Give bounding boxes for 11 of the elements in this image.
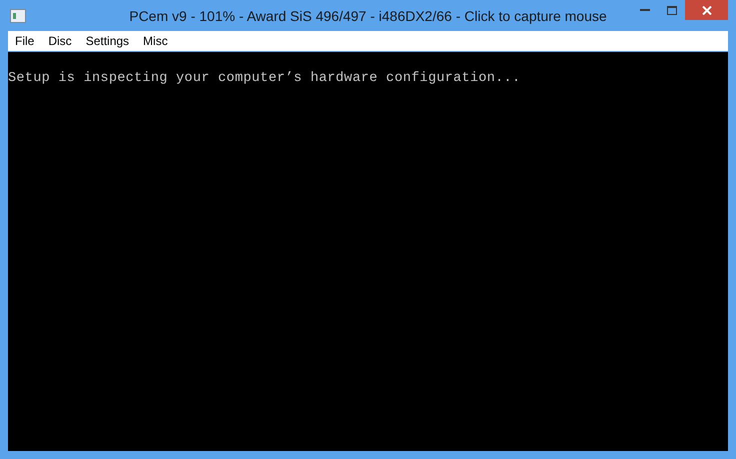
close-button[interactable] <box>685 0 728 20</box>
menu-item[interactable]: Disc <box>41 31 79 51</box>
menu-item[interactable]: Settings <box>78 31 136 51</box>
app-icon <box>10 8 26 22</box>
menu-item[interactable]: Misc <box>136 31 175 51</box>
menu-item[interactable]: File <box>8 31 42 51</box>
minimize-icon <box>640 8 650 12</box>
console-text: Setup is inspecting your computer’s hardware configuration... <box>8 71 520 87</box>
window-title: PCem v9 - 101% - Award SiS 496/497 - i486DX2/66 - Click to capture mouse <box>129 8 607 24</box>
maximize-icon <box>666 6 676 14</box>
close-icon <box>702 6 712 14</box>
